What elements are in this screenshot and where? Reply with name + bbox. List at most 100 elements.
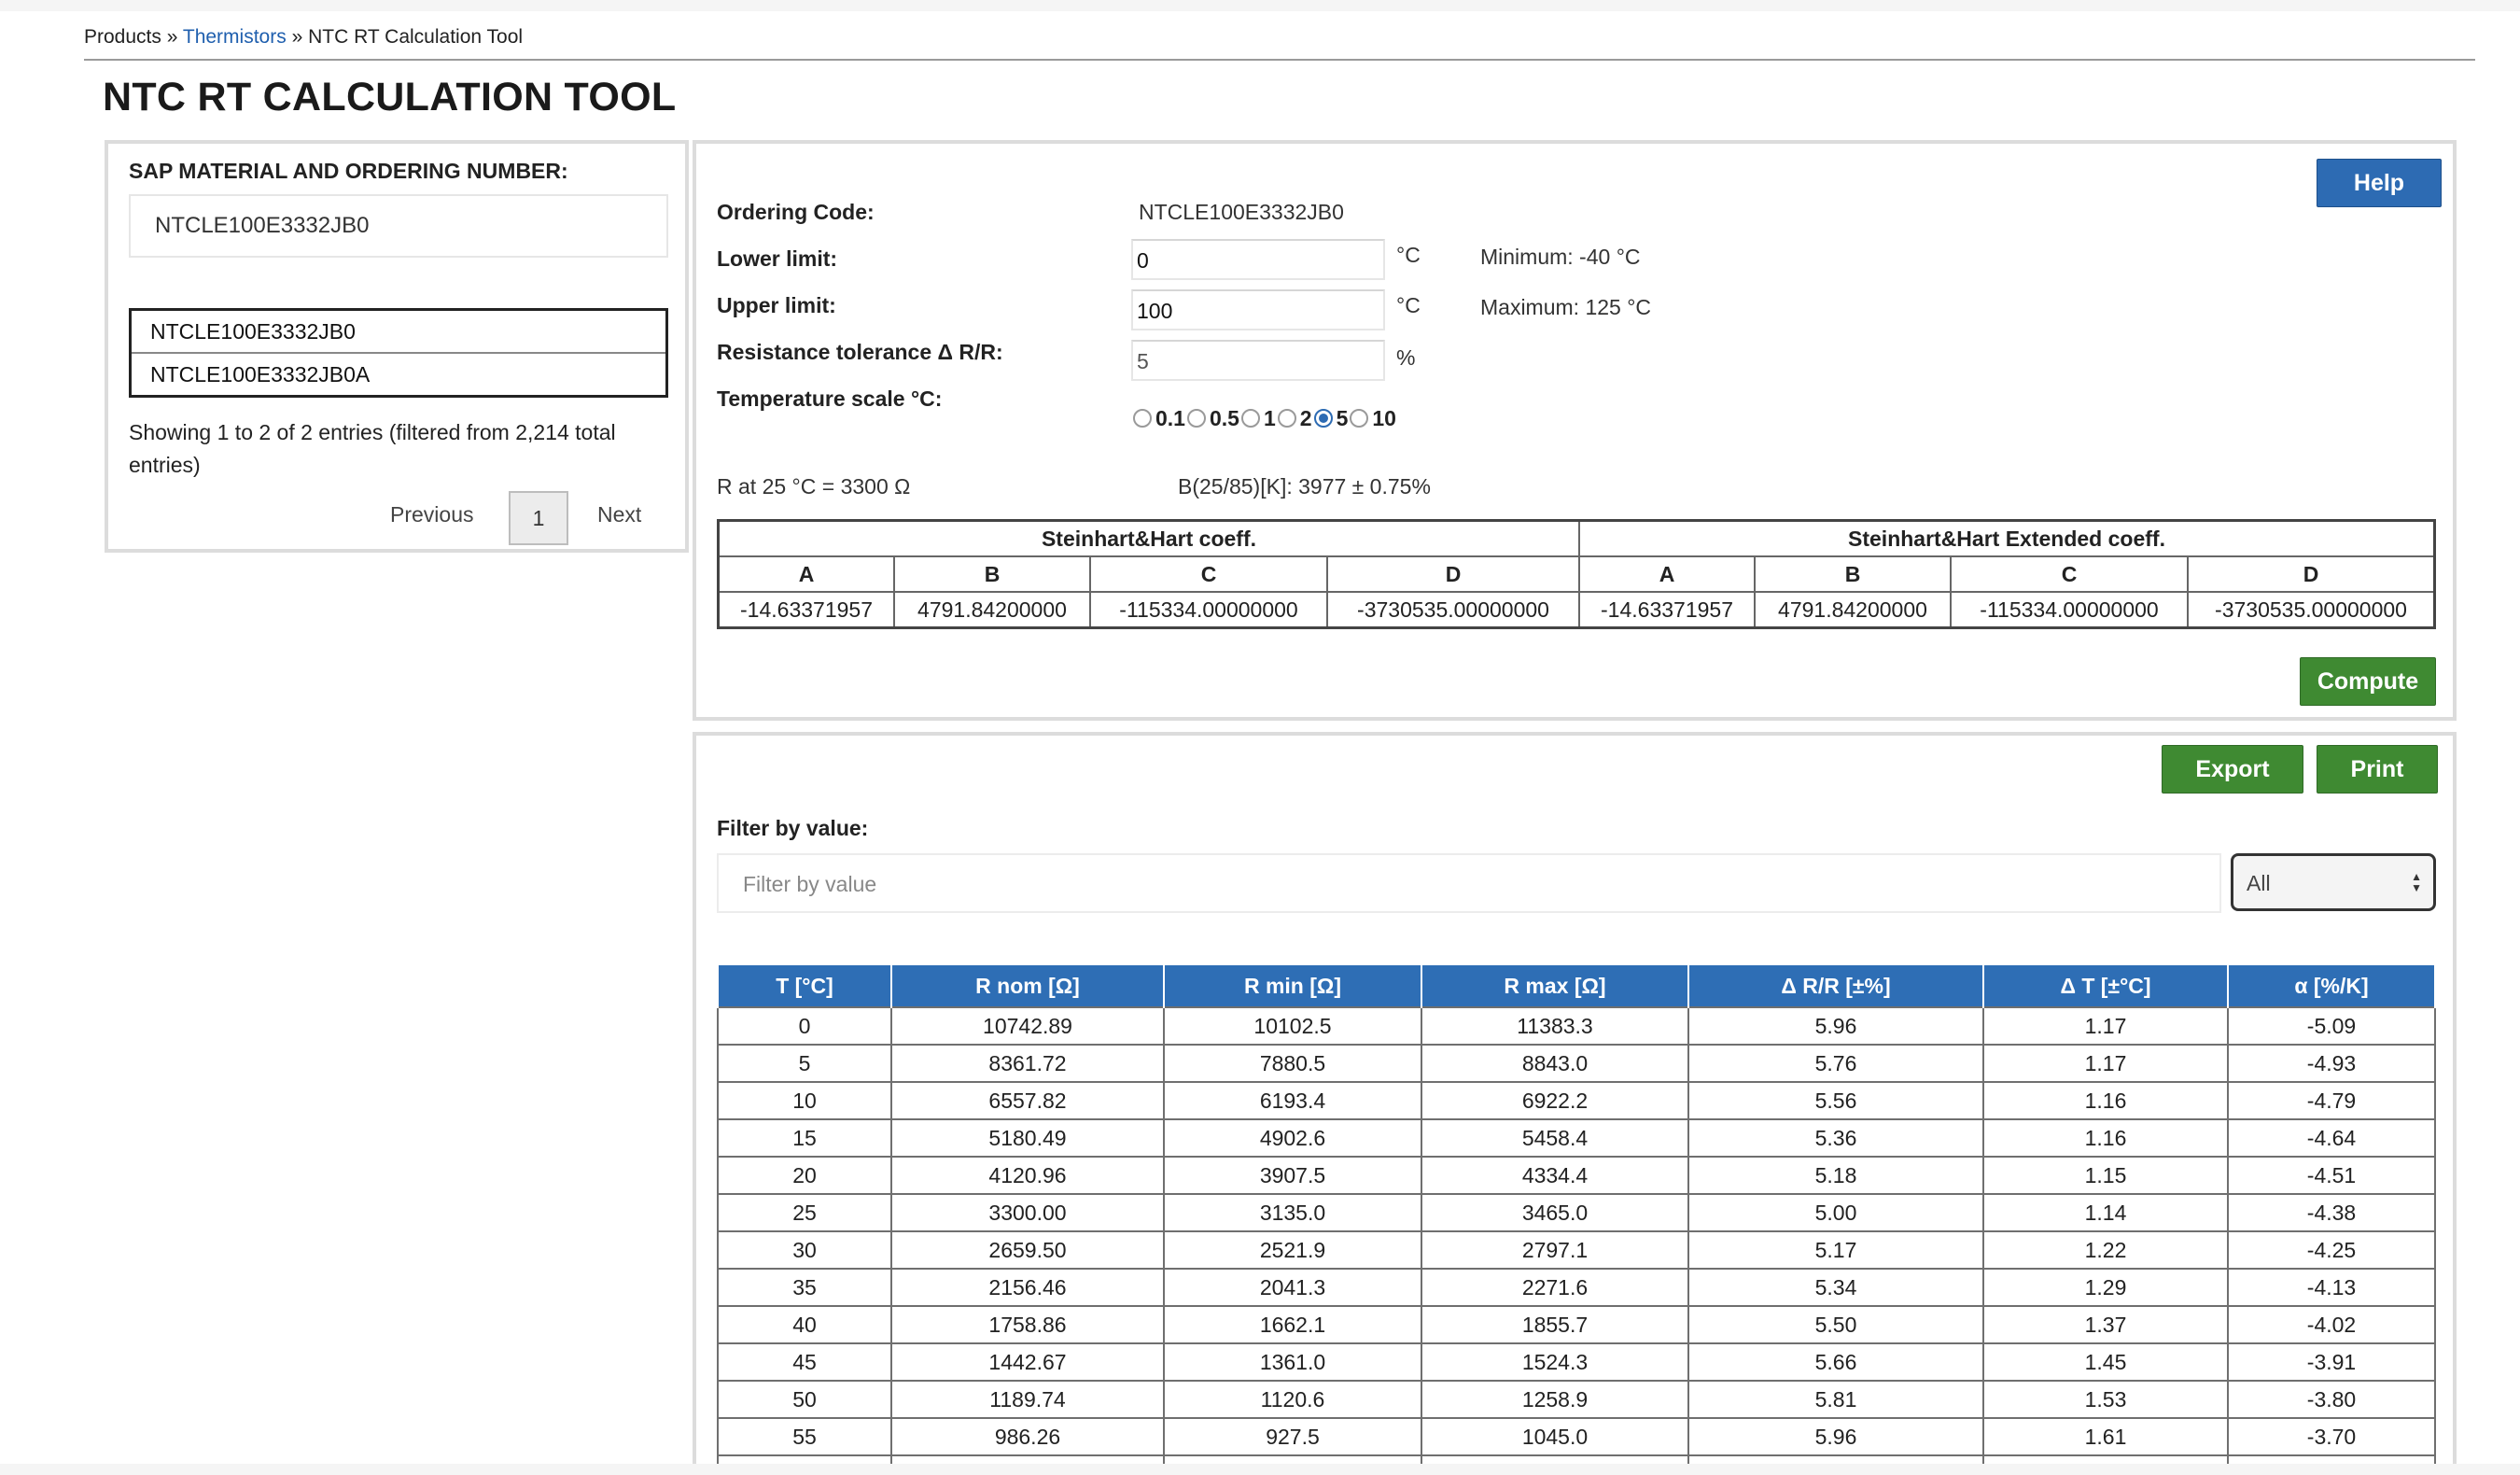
- table-cell: 11383.3: [1421, 1006, 1689, 1046]
- results-column-header[interactable]: R nom [Ω]: [890, 963, 1165, 1007]
- breadcrumb-thermistors-link[interactable]: Thermistors: [183, 26, 287, 48]
- table-cell: 1.61: [1982, 1417, 2229, 1456]
- export-button[interactable]: Export: [2162, 745, 2303, 794]
- table-cell: 5.96: [1687, 1417, 1984, 1456]
- scale-radio-5[interactable]: [1313, 409, 1333, 428]
- scale-option-label: 1: [1263, 405, 1276, 430]
- coef-group-header: Steinhart&Hart Extended coeff.: [1578, 519, 2436, 557]
- coef-value: -115334.00000000: [1950, 591, 2189, 629]
- table-cell: 1.16: [1982, 1081, 2229, 1120]
- breadcrumb-separator: »: [291, 26, 303, 48]
- table-cell: 2156.46: [890, 1268, 1165, 1307]
- page: Products » Thermistors » NTC RT Calculat…: [0, 0, 2520, 1475]
- table-cell: -4.13: [2227, 1268, 2436, 1307]
- results-column-header[interactable]: Δ T [±°C]: [1982, 963, 2229, 1007]
- tolerance-unit: %: [1396, 345, 1416, 370]
- table-cell: 5.66: [1687, 1342, 1984, 1382]
- filter-select[interactable]: All ▲ ▼: [2231, 853, 2436, 911]
- filter-label: Filter by value:: [717, 816, 869, 840]
- sap-result-item[interactable]: NTCLE100E3332JB0A: [132, 352, 665, 395]
- scale-radio-2[interactable]: [1277, 409, 1296, 428]
- results-column-header[interactable]: R max [Ω]: [1421, 963, 1689, 1007]
- table-cell: 5: [717, 1044, 892, 1083]
- results-column-header[interactable]: Δ R/R [±%]: [1687, 963, 1984, 1007]
- upper-limit-label: Upper limit:: [717, 293, 836, 317]
- table-cell: 5.56: [1687, 1081, 1984, 1120]
- print-button[interactable]: Print: [2317, 745, 2438, 794]
- entries-info: Showing 1 to 2 of 2 entries (filtered fr…: [129, 420, 616, 477]
- table-cell: 1758.86: [890, 1305, 1165, 1344]
- table-row: 15 5180.49 4902.6 5458.4 5.36 1.16 -4.64: [717, 1118, 2436, 1158]
- sap-label: SAP MATERIAL AND ORDERING NUMBER:: [129, 159, 568, 183]
- table-cell: 4120.96: [890, 1156, 1165, 1195]
- coef-column-header: B: [1754, 555, 1952, 593]
- table-cell: 5.34: [1687, 1268, 1984, 1307]
- pager-next-button[interactable]: Next: [597, 502, 641, 527]
- temperature-scale-label: Temperature scale °C:: [717, 386, 943, 411]
- table-cell: 55: [717, 1417, 892, 1456]
- pager-previous-button[interactable]: Previous: [390, 502, 473, 527]
- scale-option-label: 0.1: [1155, 405, 1185, 430]
- tolerance-label: Resistance tolerance Δ R/R:: [717, 340, 1003, 364]
- coef-column-header: C: [1089, 555, 1328, 593]
- table-cell: -4.51: [2227, 1156, 2436, 1195]
- table-cell: 10742.89: [890, 1006, 1165, 1046]
- table-cell: 0: [717, 1006, 892, 1046]
- table-cell: 1258.9: [1421, 1380, 1689, 1419]
- breadcrumb-divider: [84, 59, 2475, 61]
- scale-radio-10[interactable]: [1350, 409, 1369, 428]
- coef-value: 4791.84200000: [1754, 591, 1952, 629]
- bottom-band: [0, 1464, 2520, 1475]
- upper-limit-input[interactable]: 100: [1131, 289, 1385, 330]
- table-cell: 1.45: [1982, 1342, 2229, 1382]
- table-cell: 1.53: [1982, 1380, 2229, 1419]
- table-cell: 4902.6: [1163, 1118, 1422, 1158]
- table-cell: 20: [717, 1156, 892, 1195]
- scale-option-label: 10: [1372, 405, 1396, 430]
- compute-button[interactable]: Compute: [2300, 657, 2436, 706]
- coefficient-table: Steinhart&Hart coeff. Steinhart&Hart Ext…: [717, 519, 2436, 629]
- table-cell: 40: [717, 1305, 892, 1344]
- table-cell: 1361.0: [1163, 1342, 1422, 1382]
- ordering-code-label: Ordering Code:: [717, 200, 875, 224]
- scale-radio-0.5[interactable]: [1186, 409, 1206, 428]
- table-cell: 986.26: [890, 1417, 1165, 1456]
- filter-input[interactable]: Filter by value: [717, 853, 2221, 913]
- sap-search-input[interactable]: NTCLE100E3332JB0: [129, 194, 668, 258]
- table-cell: 5.18: [1687, 1156, 1984, 1195]
- table-cell: 8361.72: [890, 1044, 1165, 1083]
- sap-result-item[interactable]: NTCLE100E3332JB0: [132, 311, 665, 352]
- results-column-header[interactable]: T [°C]: [717, 963, 892, 1007]
- table-cell: 5.76: [1687, 1044, 1984, 1083]
- table-cell: 927.5: [1163, 1417, 1422, 1456]
- table-cell: 1.17: [1982, 1006, 2229, 1046]
- breadcrumb-separator: »: [166, 26, 178, 48]
- page-title: NTC RT CALCULATION TOOL: [103, 75, 677, 119]
- breadcrumb-products[interactable]: Products: [84, 26, 161, 48]
- scale-radio-0.1[interactable]: [1133, 409, 1152, 428]
- table-cell: 5.81: [1687, 1380, 1984, 1419]
- help-button[interactable]: Help: [2317, 159, 2442, 207]
- coef-column-header: A: [717, 555, 895, 593]
- table-cell: 4334.4: [1421, 1156, 1689, 1195]
- table-cell: 5458.4: [1421, 1118, 1689, 1158]
- pager-page-button[interactable]: 1: [509, 491, 568, 545]
- table-cell: 15: [717, 1118, 892, 1158]
- table-cell: 1.14: [1982, 1193, 2229, 1232]
- table-cell: 35: [717, 1268, 892, 1307]
- table-cell: 10102.5: [1163, 1006, 1422, 1046]
- table-cell: 25: [717, 1193, 892, 1232]
- upper-limit-unit: °C: [1396, 293, 1421, 317]
- scale-radio-1[interactable]: [1240, 409, 1260, 428]
- scale-option-label: 5: [1336, 405, 1349, 430]
- results-column-header[interactable]: α [%/K]: [2227, 963, 2436, 1007]
- ordering-code-value: NTCLE100E3332JB0: [1139, 200, 1344, 224]
- calculation-panel: Help Ordering Code: NTCLE100E3332JB0 Low…: [693, 140, 2457, 721]
- table-cell: 1189.74: [890, 1380, 1165, 1419]
- table-cell: 6193.4: [1163, 1081, 1422, 1120]
- tolerance-input[interactable]: 5: [1131, 340, 1385, 381]
- results-column-header[interactable]: R min [Ω]: [1163, 963, 1422, 1007]
- table-cell: -3.80: [2227, 1380, 2436, 1419]
- table-cell: 5.00: [1687, 1193, 1984, 1232]
- lower-limit-input[interactable]: 0: [1131, 239, 1385, 280]
